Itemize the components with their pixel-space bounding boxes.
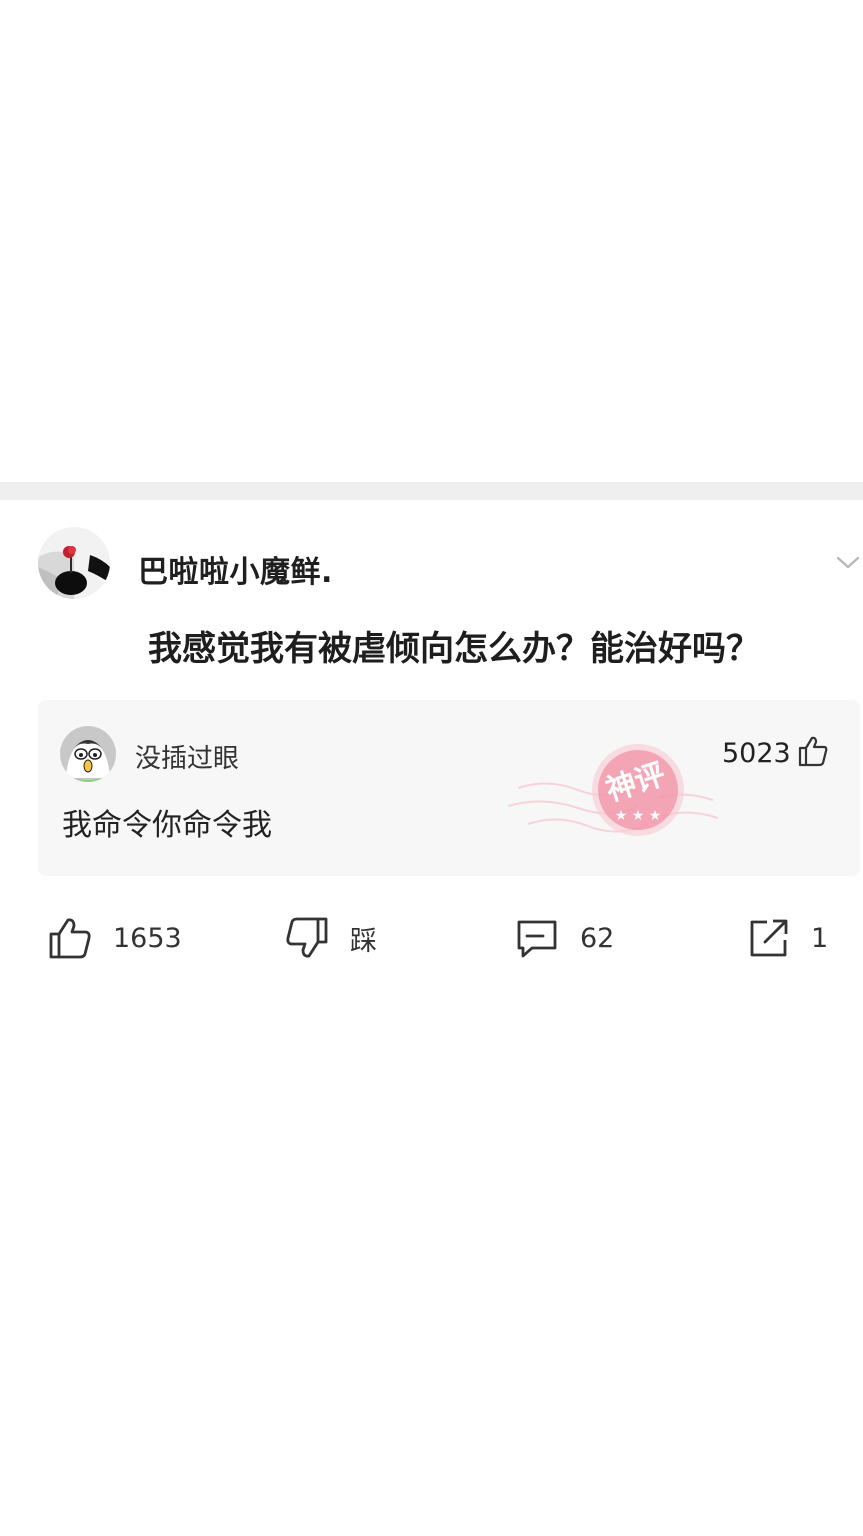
commenter-name[interactable]: 没插过眼 — [135, 738, 239, 775]
thumbs-up-icon[interactable] — [796, 734, 830, 768]
dislike-label: 踩 — [350, 925, 377, 957]
post-card[interactable]: 巴啦啦小魔鲜. 我感觉我有被虐倾向怎么办？能治好吗？ 神评 ★ ★ ★ 没插过眼… — [0, 500, 863, 1000]
author-avatar[interactable] — [38, 527, 110, 599]
thumbs-up-icon — [49, 918, 91, 959]
comment-icon — [517, 920, 557, 958]
like-count: 1653 — [113, 922, 182, 954]
dislike-button[interactable]: 踩 — [284, 908, 377, 968]
comment-button[interactable]: 62 — [514, 908, 614, 968]
god-comment-box[interactable]: 神评 ★ ★ ★ 没插过眼 5023 我命令你命令我 — [38, 700, 860, 876]
like-button[interactable]: 1653 — [47, 908, 182, 968]
share-icon — [750, 919, 788, 957]
share-count: 1 — [811, 922, 829, 954]
god-comment-stamp: 神评 ★ ★ ★ — [508, 744, 719, 836]
author-name[interactable]: 巴啦啦小魔鲜. — [138, 547, 333, 591]
god-comment-text: 我命令你命令我 — [62, 808, 272, 843]
action-bar: 1653 踩 62 1 — [0, 908, 863, 968]
chevron-down-icon[interactable] — [834, 552, 862, 572]
commenter-avatar[interactable] — [60, 726, 116, 782]
thumbs-down-icon — [286, 917, 328, 958]
section-divider — [0, 482, 863, 500]
comment-like-count: 5023 — [722, 738, 791, 769]
share-button[interactable]: 1 — [745, 908, 828, 968]
post-title[interactable]: 我感觉我有被虐倾向怎么办？能治好吗？ — [148, 621, 760, 670]
svg-text:★ ★ ★: ★ ★ ★ — [615, 808, 662, 824]
comment-count: 62 — [580, 922, 615, 954]
blank-content-area — [0, 0, 863, 482]
